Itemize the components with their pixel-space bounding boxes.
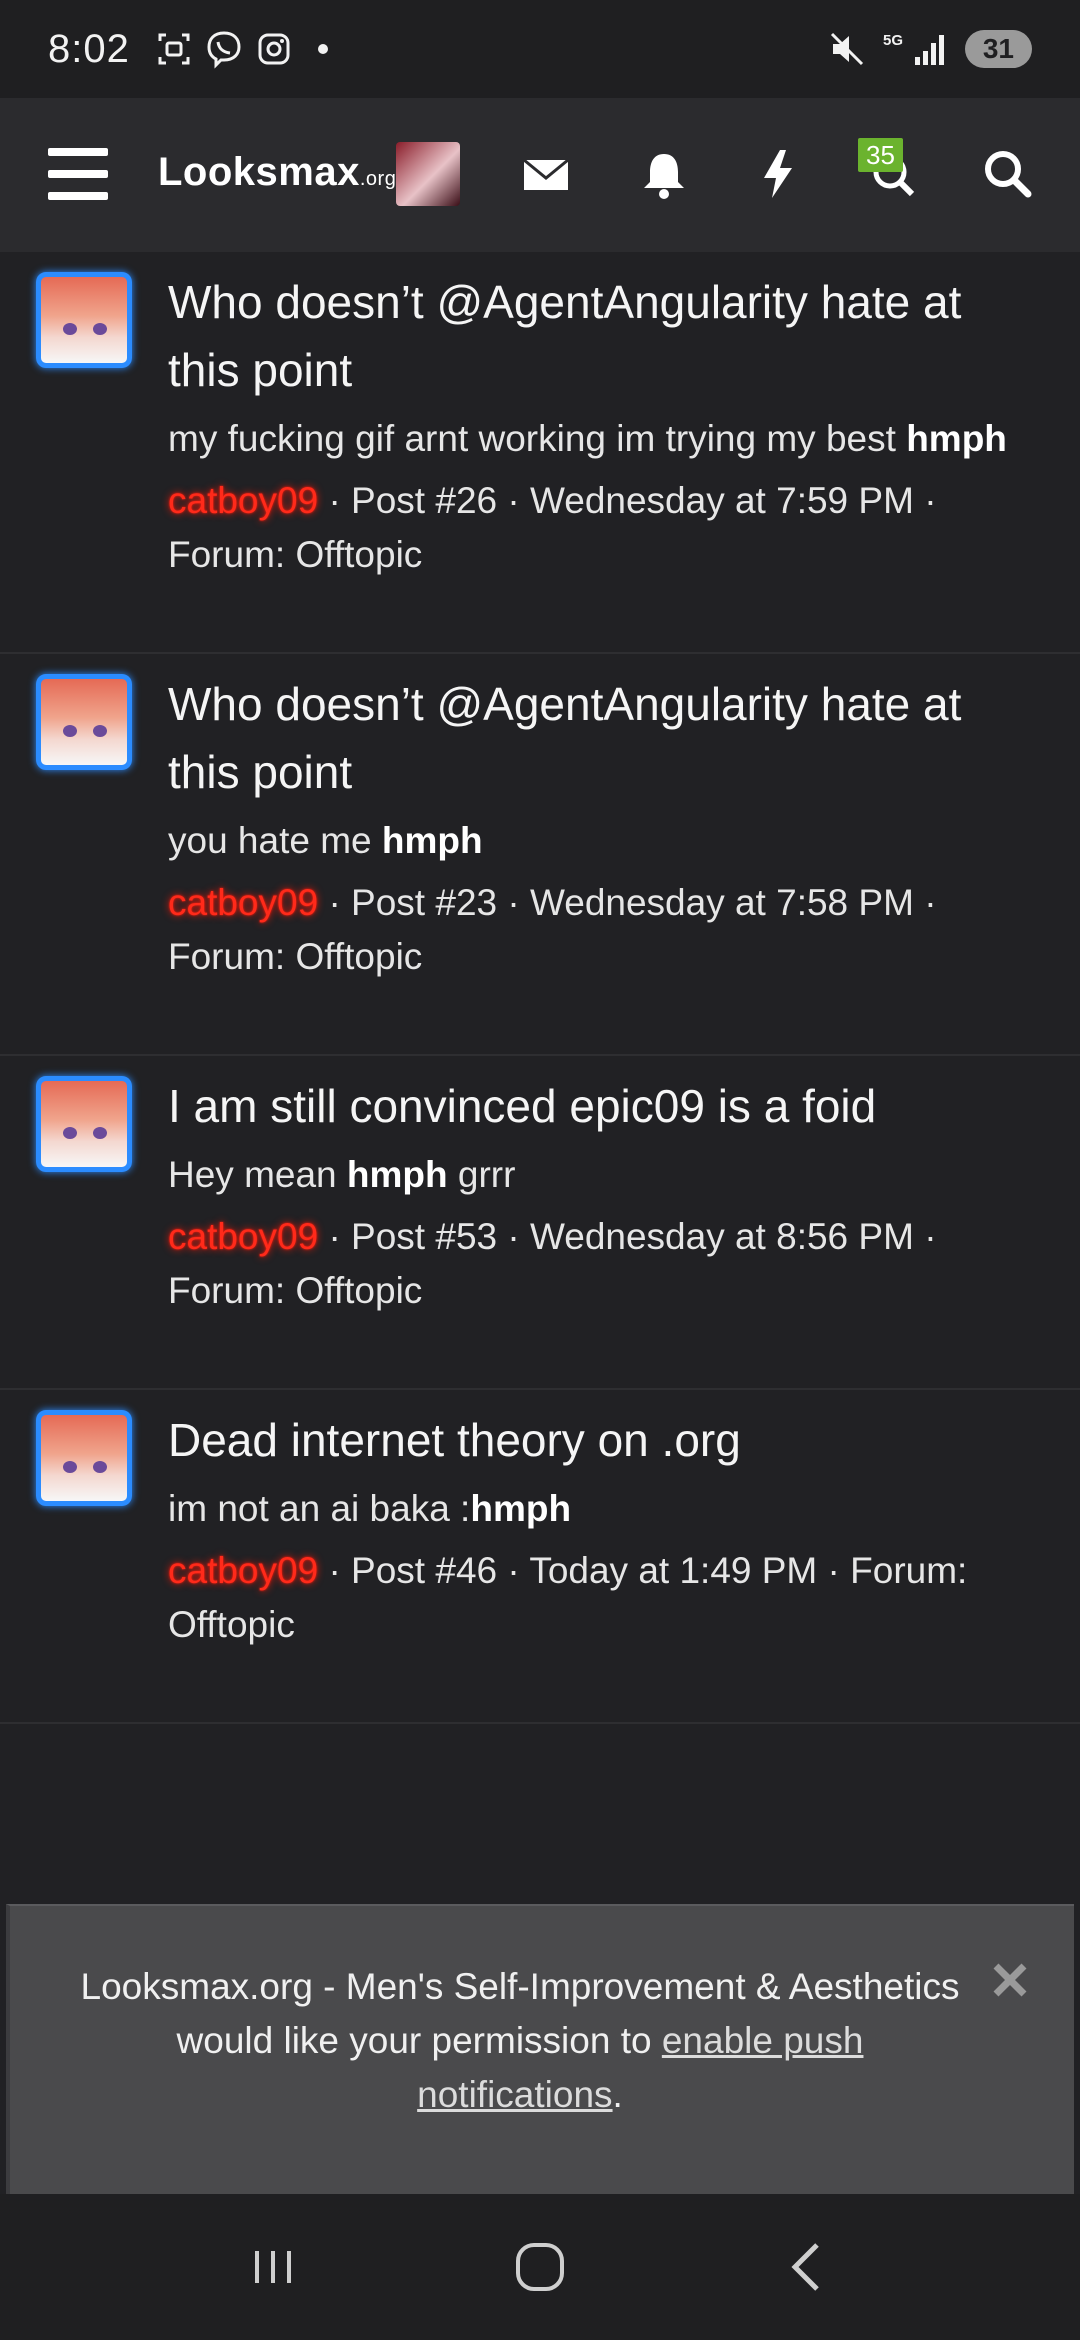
- snippet-highlight: hmph: [346, 1154, 448, 1195]
- push-notification-prompt: Looksmax.org - Men's Self-Improvement & …: [6, 1904, 1074, 2194]
- close-icon[interactable]: [990, 1960, 1030, 2000]
- result-thread-title[interactable]: Who doesn’t @AgentAngularity hate at thi…: [168, 268, 1020, 404]
- result-thread-title[interactable]: I am still convinced epic09 is a foid: [168, 1072, 1020, 1140]
- snippet-tail: grrr: [447, 1154, 516, 1195]
- result-meta: catboy09 · Post #46 · Today at 1:49 PM ·…: [168, 1544, 1020, 1652]
- instagram-icon: [258, 33, 290, 65]
- result-snippet: Hey mean hmph grrr: [168, 1148, 1020, 1202]
- status-system-icons: 5G 31: [827, 29, 1032, 69]
- search-result-item[interactable]: Who doesn’t @AgentAngularity hate at thi…: [0, 252, 1080, 654]
- status-notification-icons: [154, 29, 328, 69]
- recent-apps-icon[interactable]: [233, 2227, 313, 2307]
- system-navigation-bar: [0, 2194, 1080, 2340]
- logo-suffix-text: .org: [359, 168, 397, 190]
- inbox-envelope-icon[interactable]: [518, 146, 574, 202]
- search-result-item[interactable]: I am still convinced epic09 is a foid He…: [0, 1056, 1080, 1390]
- conversations-count-badge: 35: [858, 138, 903, 172]
- snippet-text: you hate me: [168, 820, 382, 861]
- result-meta: catboy09 · Post #23 · Wednesday at 7:58 …: [168, 876, 1020, 984]
- screenshot-icon: [158, 33, 190, 65]
- snippet-highlight: hmph: [381, 820, 483, 861]
- push-prompt-message: Looksmax.org - Men's Self-Improvement & …: [80, 1960, 960, 2122]
- user-avatar[interactable]: [396, 142, 460, 206]
- result-meta: catboy09 · Post #53 · Wednesday at 8:56 …: [168, 1210, 1020, 1318]
- poster-avatar[interactable]: [36, 1076, 132, 1172]
- snippet-text: Hey mean: [168, 1154, 347, 1195]
- result-username-link[interactable]: catboy09: [168, 480, 318, 521]
- result-snippet: my fucking gif arnt working im trying my…: [168, 412, 1020, 466]
- poster-avatar[interactable]: [36, 272, 132, 368]
- mute-icon: [830, 32, 863, 66]
- snippet-highlight: hmph: [470, 1488, 572, 1529]
- search-icon[interactable]: [980, 146, 1036, 202]
- logo-main-text: Looksmax: [158, 150, 360, 194]
- search-results-list: Who doesn’t @AgentAngularity hate at thi…: [0, 252, 1080, 1724]
- poster-avatar[interactable]: [36, 674, 132, 770]
- hamburger-menu-icon[interactable]: [48, 148, 108, 200]
- status-bar: 8:02 5G 31: [0, 0, 1080, 98]
- result-meta: catboy09 · Post #26 · Wednesday at 7:59 …: [168, 474, 1020, 582]
- signal-5g-icon: 5G: [883, 32, 944, 65]
- back-icon[interactable]: [767, 2227, 847, 2307]
- result-snippet: im not an ai baka :hmph: [168, 1482, 1020, 1536]
- battery-indicator: 31: [964, 30, 1032, 68]
- result-username-link[interactable]: catboy09: [168, 882, 318, 923]
- snippet-text: my fucking gif arnt working im trying my…: [168, 418, 907, 459]
- result-thread-title[interactable]: Dead internet theory on .org: [168, 1406, 1020, 1474]
- home-icon[interactable]: [500, 2227, 580, 2307]
- snippet-highlight: hmph: [906, 418, 1007, 459]
- network-type-label: 5G: [883, 32, 903, 49]
- status-more-dot: [317, 44, 328, 54]
- alerts-bell-icon[interactable]: [636, 146, 692, 202]
- poster-avatar[interactable]: [36, 1410, 132, 1506]
- site-header: Looksmax.org 35: [0, 98, 1080, 252]
- whats-new-bolt-icon[interactable]: [750, 146, 806, 202]
- status-time: 8:02: [48, 26, 130, 71]
- search-result-item[interactable]: Who doesn’t @AgentAngularity hate at thi…: [0, 654, 1080, 1056]
- site-logo[interactable]: Looksmax.org: [158, 150, 396, 195]
- result-thread-title[interactable]: Who doesn’t @AgentAngularity hate at thi…: [168, 670, 1020, 806]
- result-username-link[interactable]: catboy09: [168, 1216, 318, 1257]
- result-username-link[interactable]: catboy09: [168, 1550, 318, 1591]
- snippet-text: im not an ai baka :: [168, 1488, 471, 1529]
- push-prompt-tail: .: [612, 2074, 623, 2115]
- search-result-item[interactable]: Dead internet theory on .org im not an a…: [0, 1390, 1080, 1724]
- result-snippet: you hate me hmph: [168, 814, 1020, 868]
- viber-icon: [207, 31, 241, 69]
